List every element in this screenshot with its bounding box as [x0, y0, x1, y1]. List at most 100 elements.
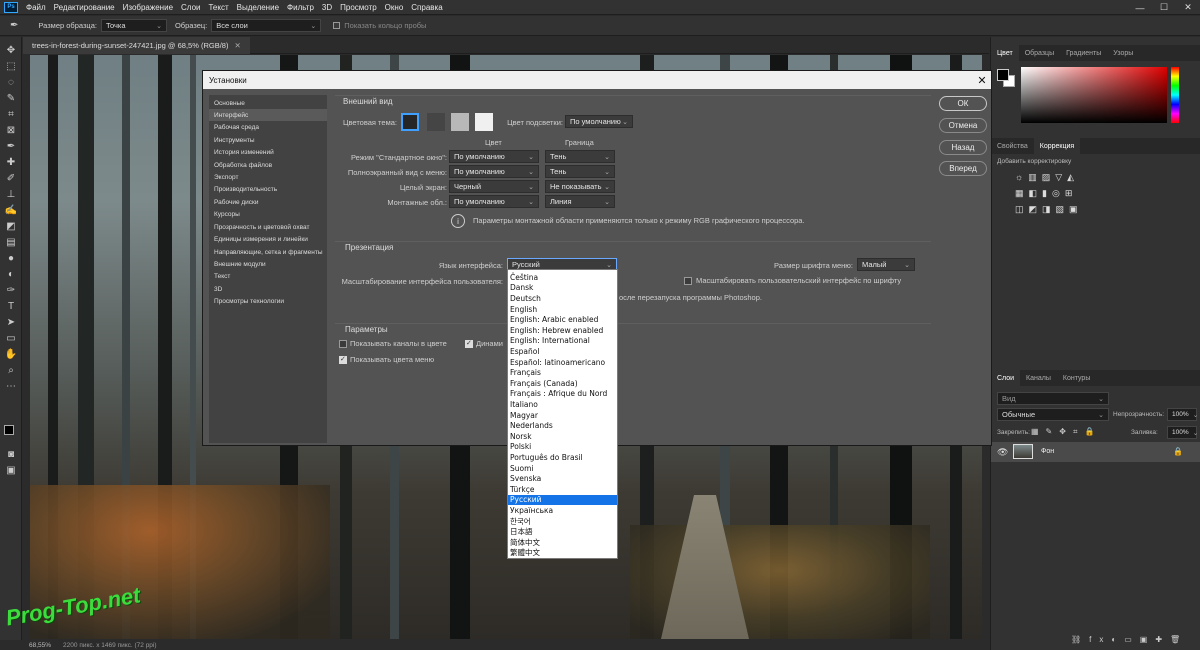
language-option[interactable]: Español — [508, 346, 617, 357]
language-option[interactable]: Français — [508, 367, 617, 378]
quick-mask-icon[interactable]: ◙ — [4, 447, 18, 461]
dynamic-checkbox[interactable] — [465, 339, 473, 348]
lasso-tool-icon[interactable]: ◌ — [4, 75, 18, 89]
theme-swatch-medium-light[interactable] — [451, 113, 469, 131]
language-option[interactable]: Čeština — [508, 272, 617, 283]
menu-file[interactable]: Файл — [22, 3, 50, 12]
language-option[interactable]: Français (Canada) — [508, 378, 617, 389]
healing-tool-icon[interactable]: ✚ — [4, 155, 18, 169]
language-option[interactable]: Svenska — [508, 473, 617, 484]
eyedropper-tool-icon[interactable]: ✒ — [4, 139, 18, 153]
ok-button[interactable]: ОК — [939, 96, 987, 111]
tab-layers[interactable]: Слои — [991, 370, 1021, 386]
menu-text[interactable]: Текст — [204, 3, 232, 12]
fullscreen-border-select[interactable]: Не показывать — [545, 180, 615, 193]
nav-3d[interactable]: 3D — [209, 283, 327, 295]
eraser-tool-icon[interactable]: ◩ — [4, 219, 18, 233]
theme-swatch-light[interactable] — [475, 113, 493, 131]
menu-window[interactable]: Окно — [381, 3, 408, 12]
language-option[interactable]: 简体中文 — [508, 537, 617, 548]
artboards-border-select[interactable]: Линия — [545, 195, 615, 208]
fullscreen-menu-color-select[interactable]: По умолчанию — [449, 165, 539, 178]
foreground-color-swatch[interactable] — [4, 425, 14, 435]
theme-swatch-medium-dark[interactable] — [427, 113, 445, 131]
menu-layers[interactable]: Слои — [177, 3, 204, 12]
ring-checkbox[interactable] — [333, 22, 341, 29]
gradient-tool-icon[interactable]: ▤ — [4, 235, 18, 249]
language-option[interactable]: 繁體中文 — [508, 548, 617, 559]
show-menu-colors-checkbox[interactable] — [339, 355, 347, 364]
dodge-tool-icon[interactable]: ◐ — [4, 267, 18, 281]
fullscreen-menu-border-select[interactable]: Тень — [545, 165, 615, 178]
language-option[interactable]: Українська — [508, 505, 617, 516]
language-option[interactable]: Norsk — [508, 431, 617, 442]
visibility-eye-icon[interactable]: 👁 — [997, 447, 1008, 458]
dialog-close-icon[interactable]: ✕ — [973, 71, 991, 89]
tab-paths[interactable]: Контуры — [1057, 375, 1096, 382]
shape-tool-icon[interactable]: ▭ — [4, 331, 18, 345]
menu-select[interactable]: Выделение — [233, 3, 283, 12]
window-close-icon[interactable]: ✕ — [1176, 0, 1200, 15]
sample-size-select[interactable]: Точка — [100, 19, 167, 32]
scale-by-font-checkbox[interactable] — [684, 277, 692, 285]
menu-font-size-select[interactable]: Малый — [857, 258, 915, 271]
language-option[interactable]: English: Arabic enabled — [508, 314, 617, 325]
crop-tool-icon[interactable]: ⌗ — [4, 107, 18, 121]
cancel-button[interactable]: Отмена — [939, 118, 987, 133]
hue-slider[interactable] — [1171, 67, 1179, 123]
standard-border-select[interactable]: Тень — [545, 150, 615, 163]
menu-filter[interactable]: Фильтр — [283, 3, 318, 12]
tab-gradients[interactable]: Градиенты — [1060, 50, 1107, 57]
menu-edit[interactable]: Редактирование — [50, 3, 119, 12]
language-option[interactable]: Polski — [508, 442, 617, 453]
tab-properties[interactable]: Свойства — [991, 143, 1034, 150]
adjustment-icons-grid[interactable]: ☼▥▨▽◭ ▦◧▮◎⊞ ◫◩◨▧▣ — [1015, 169, 1125, 225]
nav-guides[interactable]: Направляющие, сетка и фрагменты — [209, 246, 327, 258]
tab-swatches[interactable]: Образцы — [1019, 50, 1060, 57]
marquee-tool-icon[interactable]: ⬚ — [4, 59, 18, 73]
zoom-tool-icon[interactable]: ⌕ — [4, 363, 18, 377]
language-option[interactable]: Italiano — [508, 399, 617, 410]
history-brush-tool-icon[interactable]: ✍ — [4, 203, 18, 217]
brush-tool-icon[interactable]: ✐ — [4, 171, 18, 185]
opacity-field[interactable]: 100% — [1167, 408, 1197, 421]
nav-transparency[interactable]: Прозрачность и цветовой охват — [209, 221, 327, 233]
minimize-icon[interactable]: — — [1128, 0, 1152, 15]
tab-color[interactable]: Цвет — [991, 45, 1019, 61]
theme-swatch-dark[interactable] — [401, 113, 419, 131]
language-option[interactable]: Magyar — [508, 410, 617, 421]
nav-export[interactable]: Экспорт — [209, 171, 327, 183]
language-option[interactable]: Español: latinoamericano — [508, 357, 617, 368]
nav-history[interactable]: История изменений — [209, 146, 327, 158]
eyedropper-icon[interactable]: ✒ — [10, 20, 18, 31]
document-tab[interactable]: trees-in-forest-during-sunset-247421.jpg… — [23, 37, 250, 54]
nav-general[interactable]: Основные — [209, 97, 327, 109]
nav-performance[interactable]: Производительность — [209, 183, 327, 195]
tab-channels[interactable]: Каналы — [1020, 375, 1057, 382]
language-option[interactable]: Português do Brasil — [508, 452, 617, 463]
menu-3d[interactable]: 3D — [318, 3, 336, 12]
screen-mode-icon[interactable]: ▣ — [4, 463, 18, 477]
stamp-tool-icon[interactable]: ⊥ — [4, 187, 18, 201]
nav-tools[interactable]: Инструменты — [209, 134, 327, 146]
nav-workspace[interactable]: Рабочая среда — [209, 121, 327, 133]
language-option[interactable]: Suomi — [508, 463, 617, 474]
lock-icons[interactable]: ▦✎✥⌗🔒 — [1031, 427, 1101, 437]
maximize-icon[interactable]: ☐ — [1152, 0, 1176, 15]
quick-select-tool-icon[interactable]: ✎ — [4, 91, 18, 105]
fg-color-swatch[interactable] — [997, 69, 1009, 81]
standard-color-select[interactable]: По умолчанию — [449, 150, 539, 163]
nav-interface[interactable]: Интерфейс — [209, 109, 327, 121]
language-option[interactable]: Deutsch — [508, 293, 617, 304]
nav-units[interactable]: Единицы измерения и линейки — [209, 233, 327, 245]
nav-scratch-disks[interactable]: Рабочие диски — [209, 196, 327, 208]
layers-filter-select[interactable]: Вид — [997, 392, 1109, 405]
more-tools-icon[interactable]: ⋯ — [4, 379, 18, 393]
zoom-readout[interactable]: 68,55% — [29, 642, 51, 649]
fill-field[interactable]: 100% — [1167, 426, 1197, 439]
menu-image[interactable]: Изображение — [119, 3, 177, 12]
highlight-select[interactable]: По умолчанию — [565, 115, 633, 128]
pen-tool-icon[interactable]: ✑ — [4, 283, 18, 297]
language-option[interactable]: Dansk — [508, 283, 617, 294]
layer-row[interactable]: 👁 Фон 🔒 — [991, 442, 1200, 462]
